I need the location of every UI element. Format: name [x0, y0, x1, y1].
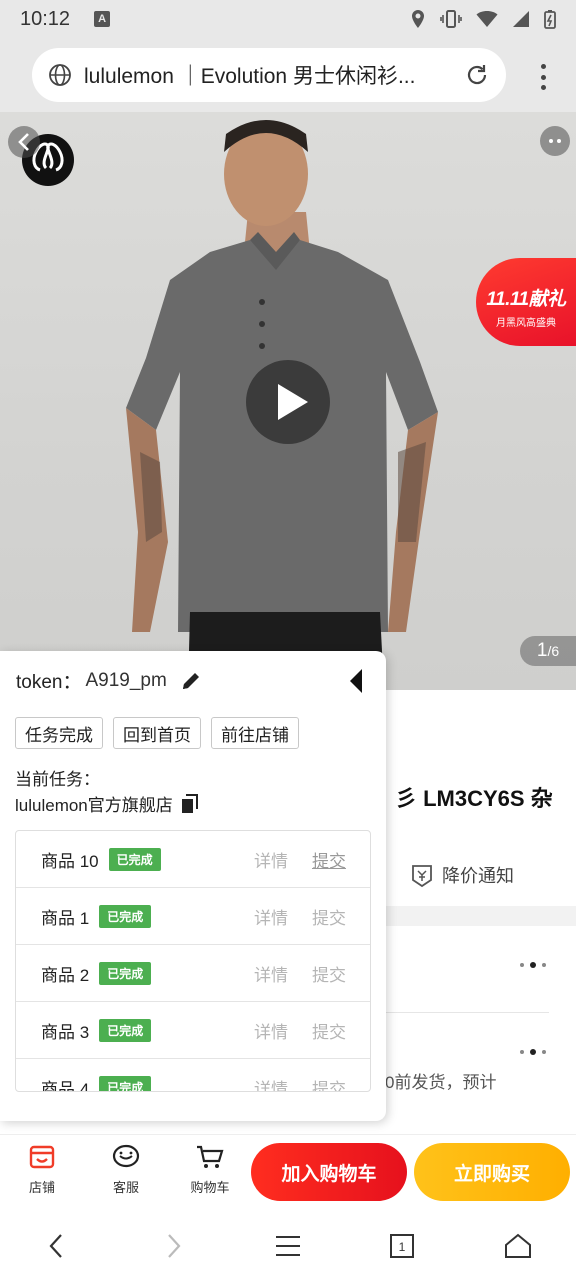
status-icons: [410, 9, 556, 29]
item-name: 商品 2: [41, 965, 90, 985]
home-icon: [505, 1233, 531, 1258]
chevron-left-icon: [49, 1234, 62, 1258]
status-time: 10:12: [20, 7, 71, 30]
nav-menu-button[interactable]: [270, 1228, 306, 1264]
token-row: token： A919_pm: [16, 667, 203, 694]
task-panel: token： A919_pm 任务完成 回到首页 前往店铺 当前任务： lulu…: [0, 651, 386, 1121]
promo-badge[interactable]: 11.11献礼 月黑风高盛典: [476, 258, 576, 346]
cart-label: 购物车: [190, 1180, 230, 1195]
add-to-cart-button[interactable]: 加入购物车: [251, 1143, 407, 1201]
shipping-info: 0前发货，预计: [385, 1073, 497, 1092]
token-label: token：: [16, 672, 82, 693]
image-counter-current: 1: [536, 640, 548, 661]
vibrate-icon: [440, 10, 462, 28]
status-badge: 已完成: [99, 1018, 152, 1042]
location-icon: [412, 10, 424, 28]
task-complete-button[interactable]: 任务完成: [15, 717, 103, 749]
tab-count: 1: [399, 1240, 406, 1254]
nav-forward-button[interactable]: [156, 1228, 192, 1264]
price-alert-label: 降价通知: [442, 866, 514, 886]
more-dots-icon[interactable]: [520, 962, 546, 968]
item-detail-link[interactable]: 详情: [254, 1018, 288, 1043]
store-nav[interactable]: 店铺: [14, 1141, 70, 1196]
cart-nav[interactable]: 购物车: [182, 1141, 238, 1196]
item-detail-link[interactable]: 详情: [254, 961, 288, 986]
item-detail-link[interactable]: 详情: [254, 904, 288, 929]
price-alert-button[interactable]: 降价通知: [410, 862, 514, 888]
price-tag-icon: [412, 865, 432, 888]
signal-icon: [513, 11, 529, 27]
cart-icon: [197, 1145, 224, 1168]
wifi-icon: [476, 11, 498, 27]
item-submit-link[interactable]: 提交: [312, 1075, 346, 1092]
image-counter: 1/6: [520, 636, 576, 666]
system-navigation: 1: [0, 1208, 576, 1280]
panel-button-row: 任务完成 回到首页 前往店铺: [15, 717, 299, 749]
more-vertical-icon[interactable]: [540, 64, 546, 90]
back-button[interactable]: [8, 126, 40, 158]
store-label: 店铺: [28, 1180, 55, 1195]
image-counter-total: /6: [547, 643, 560, 659]
more-dots-icon[interactable]: [520, 1049, 546, 1055]
address-bar[interactable]: lululemon ｜Evolution 男士休闲衫...: [32, 48, 506, 102]
go-store-button[interactable]: 前往店铺: [211, 717, 299, 749]
item-detail-link[interactable]: 详情: [254, 847, 288, 872]
store-icon: [29, 1145, 55, 1169]
battery-icon: [544, 10, 556, 29]
buy-now-button[interactable]: 立即购买: [414, 1143, 570, 1201]
chevron-right-icon: [168, 1234, 181, 1258]
chevron-left-icon: [18, 133, 29, 151]
current-task-shop-name: lululemon官方旗舰店: [15, 796, 173, 815]
status-badge: 已完成: [99, 904, 152, 928]
task-item-list[interactable]: 商品 10 已完成 详情 提交 商品 1 已完成 详情 提交 商品 2 已完成 …: [15, 830, 371, 1092]
list-item: 商品 10 已完成 详情 提交: [16, 831, 370, 888]
status-bar: 10:12 A: [0, 0, 576, 38]
play-icon: [278, 384, 308, 420]
divider: [385, 1012, 549, 1013]
item-submit-link[interactable]: 提交: [312, 1018, 346, 1043]
back-home-button[interactable]: 回到首页: [113, 717, 201, 749]
item-name: 商品 10: [41, 851, 99, 871]
item-name: 商品 4: [41, 1079, 90, 1092]
status-badge: 已完成: [99, 961, 152, 985]
list-item: 商品 1 已完成 详情 提交: [16, 888, 370, 945]
product-image-carousel[interactable]: 11.11献礼 月黑风高盛典 1/6: [0, 112, 576, 690]
promo-title: 11.11献礼: [486, 289, 566, 310]
item-detail-link[interactable]: 详情: [254, 1075, 288, 1092]
hamburger-icon: [276, 1236, 300, 1256]
nav-tabs-button[interactable]: 1: [384, 1228, 420, 1264]
service-nav[interactable]: 客服: [98, 1141, 154, 1196]
current-task-shop: lululemon官方旗舰店: [15, 791, 199, 816]
current-task-label: 当前任务：: [15, 770, 100, 789]
token-value: A919_pm: [85, 669, 167, 691]
item-name: 商品 1: [41, 908, 90, 928]
nav-home-button[interactable]: [500, 1228, 536, 1264]
status-badge: 已完成: [99, 1075, 152, 1091]
more-options-button[interactable]: [540, 126, 570, 156]
item-submit-link[interactable]: 提交: [312, 904, 346, 929]
status-badge: 已完成: [108, 847, 161, 871]
notification-icon: A: [94, 11, 111, 27]
copy-icon[interactable]: [181, 793, 199, 814]
globe-icon: [49, 64, 71, 86]
tabs-icon: 1: [390, 1234, 414, 1258]
item-submit-link[interactable]: 提交: [312, 847, 346, 872]
service-label: 客服: [112, 1180, 139, 1195]
item-name: 商品 3: [41, 1022, 90, 1042]
list-item: 商品 2 已完成 详情 提交: [16, 945, 370, 1002]
play-video-button[interactable]: [246, 360, 330, 444]
item-submit-link[interactable]: 提交: [312, 961, 346, 986]
list-item: 商品 3 已完成 详情 提交: [16, 1002, 370, 1059]
customer-service-icon: [112, 1144, 140, 1168]
nav-back-button[interactable]: [38, 1228, 74, 1264]
list-item: 商品 4 已完成 详情 提交: [16, 1059, 370, 1092]
edit-icon[interactable]: [179, 669, 203, 693]
collapse-triangle-icon[interactable]: [346, 667, 366, 695]
promo-subtitle: 月黑风高盛典: [496, 318, 556, 329]
bottom-action-bar: 店铺 客服 购物车 加入购物车 立即购买: [0, 1134, 576, 1208]
reload-icon[interactable]: [464, 62, 490, 88]
browser-toolbar: lululemon ｜Evolution 男士休闲衫...: [0, 38, 576, 112]
url-text[interactable]: lululemon ｜Evolution 男士休闲衫...: [84, 60, 444, 90]
product-title: 彡 LM3CY6S 杂: [395, 786, 553, 811]
